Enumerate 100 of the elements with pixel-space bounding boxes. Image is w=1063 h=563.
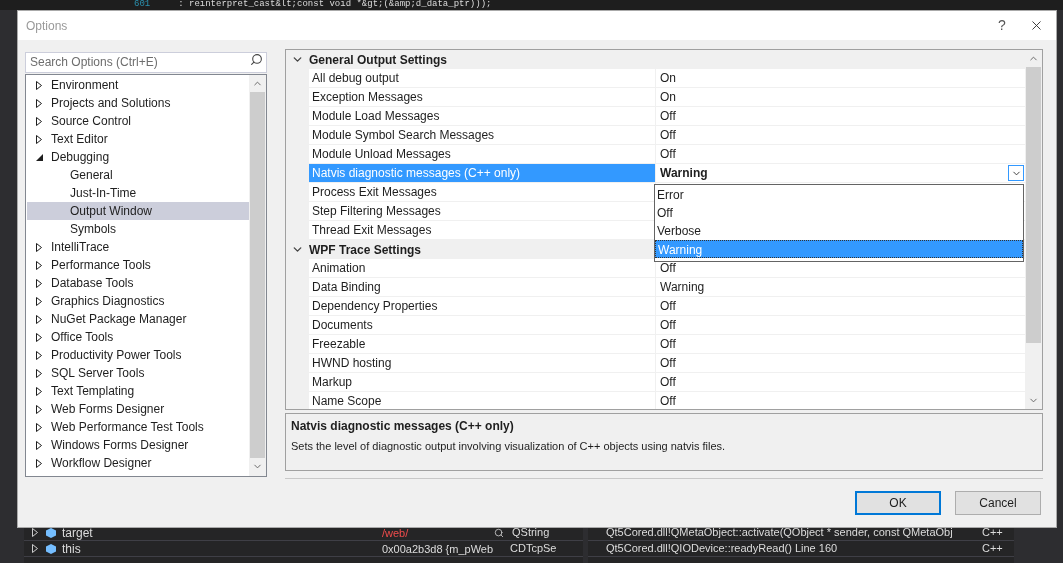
help-button[interactable]: ?: [988, 13, 1016, 38]
expand-triangle-icon[interactable]: [36, 440, 42, 450]
property-name[interactable]: HWND hosting: [309, 354, 655, 373]
expand-triangle-icon[interactable]: [36, 332, 42, 342]
expand-triangle-icon[interactable]: [36, 422, 42, 432]
property-value[interactable]: Off: [656, 335, 1025, 354]
property-value[interactable]: Off: [656, 145, 1025, 164]
search-icon[interactable]: [250, 53, 263, 66]
tree-item[interactable]: Text Templating: [27, 382, 249, 400]
expand-triangle-icon[interactable]: [36, 134, 42, 144]
tree-item[interactable]: Environment: [27, 76, 249, 94]
property-value[interactable]: Warning: [656, 278, 1025, 297]
frame-language: C++: [981, 541, 1003, 557]
tree-item[interactable]: Just-In-Time: [27, 184, 249, 202]
description-title: Natvis diagnostic messages (C++ only): [291, 418, 515, 435]
variable-value: 0x00a2b3d8 {m_pWeb: [382, 541, 492, 556]
tree-item[interactable]: Database Tools: [27, 274, 249, 292]
category-heading: General Output Settings: [309, 51, 447, 69]
expand-triangle-icon[interactable]: [36, 98, 42, 108]
property-name[interactable]: Markup: [309, 373, 655, 392]
line-number: 601: [134, 0, 151, 9]
expand-triangle-icon[interactable]: [36, 368, 42, 378]
dropdown-option[interactable]: Off: [655, 204, 1023, 222]
property-value[interactable]: Off: [656, 392, 1025, 409]
variable-value: /web/: [382, 525, 410, 540]
stack-frame[interactable]: Qt5Cored.dll!QMetaObject::activate(QObject * sender, const QMetaObj: [588, 524, 978, 541]
property-value[interactable]: On: [656, 69, 1025, 88]
tree-item[interactable]: NuGet Package Manager: [27, 310, 249, 328]
expand-triangle-icon[interactable]: [36, 404, 42, 414]
stack-frame[interactable]: Qt5Cored.dll!QIODevice::readyRead() Line 160: [588, 540, 978, 557]
variable-type: CDTcpSe: [510, 541, 557, 557]
window-title: Options: [26, 17, 68, 35]
property-value[interactable]: Off: [656, 107, 1025, 126]
search-field[interactable]: Search Options (Ctrl+E): [25, 51, 267, 73]
property-value[interactable]: Off: [656, 316, 1025, 335]
tree-item[interactable]: Text Editor: [27, 130, 249, 148]
property-name[interactable]: All debug output: [309, 69, 655, 88]
property-value[interactable]: Off: [656, 373, 1025, 392]
frame-language: C++: [981, 525, 1003, 541]
expand-triangle-icon[interactable]: [36, 278, 42, 288]
description-text: Sets the level of diagnostic output involving visualization of C++ objects using natvis files.: [291, 439, 727, 454]
property-name[interactable]: Thread Exit Messages: [309, 221, 655, 240]
tree-item[interactable]: Workflow Designer: [27, 454, 249, 472]
tree-item[interactable]: Office Tools: [27, 328, 249, 346]
tree-item[interactable]: Productivity Power Tools: [27, 346, 249, 364]
tree-item[interactable]: General: [27, 166, 249, 184]
search-icon[interactable]: [494, 527, 504, 538]
property-value[interactable]: Off: [656, 354, 1025, 373]
value-combo-box[interactable]: Warning: [656, 164, 1025, 183]
property-value[interactable]: Off: [656, 126, 1025, 145]
expand-triangle-icon[interactable]: [36, 350, 42, 360]
property-name[interactable]: Step Filtering Messages: [309, 202, 655, 221]
dialog-button[interactable]: OK: [855, 491, 941, 515]
property-name[interactable]: Process Exit Messages: [309, 183, 655, 202]
property-name[interactable]: Data Binding: [309, 278, 655, 297]
tree-item[interactable]: IntelliTrace: [27, 238, 249, 256]
tree-item[interactable]: Performance Tools: [27, 256, 249, 274]
category-heading: WPF Trace Settings: [309, 241, 422, 259]
dialog-button[interactable]: Cancel: [955, 491, 1041, 515]
tree-item[interactable]: Windows Forms Designer: [27, 436, 249, 454]
dropdown-option[interactable]: Error: [655, 186, 1023, 204]
tree-item[interactable]: Debugging: [27, 148, 249, 166]
tree-item[interactable]: Output Window: [27, 202, 249, 220]
tree-item[interactable]: Source Control: [27, 112, 249, 130]
scrollbar-thumb[interactable]: [1026, 67, 1041, 343]
scrollbar[interactable]: [249, 75, 266, 476]
property-value[interactable]: On: [656, 88, 1025, 107]
property-name[interactable]: Dependency Properties: [309, 297, 655, 316]
variable-name: this: [62, 540, 82, 558]
code-line: : reinterpret_cast&lt;const void *&gt;(&amp;d_data_ptr)));: [178, 0, 492, 9]
expand-triangle-icon[interactable]: [36, 260, 42, 270]
variable-type: QString: [512, 525, 550, 541]
property-name[interactable]: Freezable: [309, 335, 655, 354]
scrollbar-thumb[interactable]: [250, 92, 265, 458]
tree-item[interactable]: Graphics Diagnostics: [27, 292, 249, 310]
field-cube-icon: [46, 527, 56, 538]
property-name[interactable]: Exception Messages: [309, 88, 655, 107]
tree-item[interactable]: Web Forms Designer: [27, 400, 249, 418]
property-name[interactable]: Animation: [309, 259, 655, 278]
property-name[interactable]: Module Symbol Search Messages: [309, 126, 655, 145]
expand-triangle-icon[interactable]: [36, 458, 42, 468]
property-name[interactable]: Module Load Messages: [309, 107, 655, 126]
expand-triangle-icon[interactable]: [36, 242, 42, 252]
expand-triangle-icon[interactable]: [36, 314, 42, 324]
tree-item[interactable]: Web Performance Test Tools: [27, 418, 249, 436]
property-name[interactable]: Module Unload Messages: [309, 145, 655, 164]
tree-item[interactable]: SQL Server Tools: [27, 364, 249, 382]
expand-triangle-icon[interactable]: [36, 296, 42, 306]
tree-item[interactable]: Symbols: [27, 220, 249, 238]
collapse-triangle-icon[interactable]: [35, 153, 43, 161]
expand-triangle-icon[interactable]: [36, 386, 42, 396]
property-value[interactable]: Off: [656, 297, 1025, 316]
property-name[interactable]: Documents: [309, 316, 655, 335]
field-cube-icon: [46, 543, 56, 554]
property-name[interactable]: Name Scope: [309, 392, 655, 409]
variable-name: target: [62, 524, 94, 542]
dropdown-option[interactable]: Verbose: [655, 222, 1023, 240]
tree-item[interactable]: Projects and Solutions: [27, 94, 249, 112]
expand-triangle-icon[interactable]: [36, 116, 42, 126]
expand-triangle-icon[interactable]: [36, 80, 42, 90]
